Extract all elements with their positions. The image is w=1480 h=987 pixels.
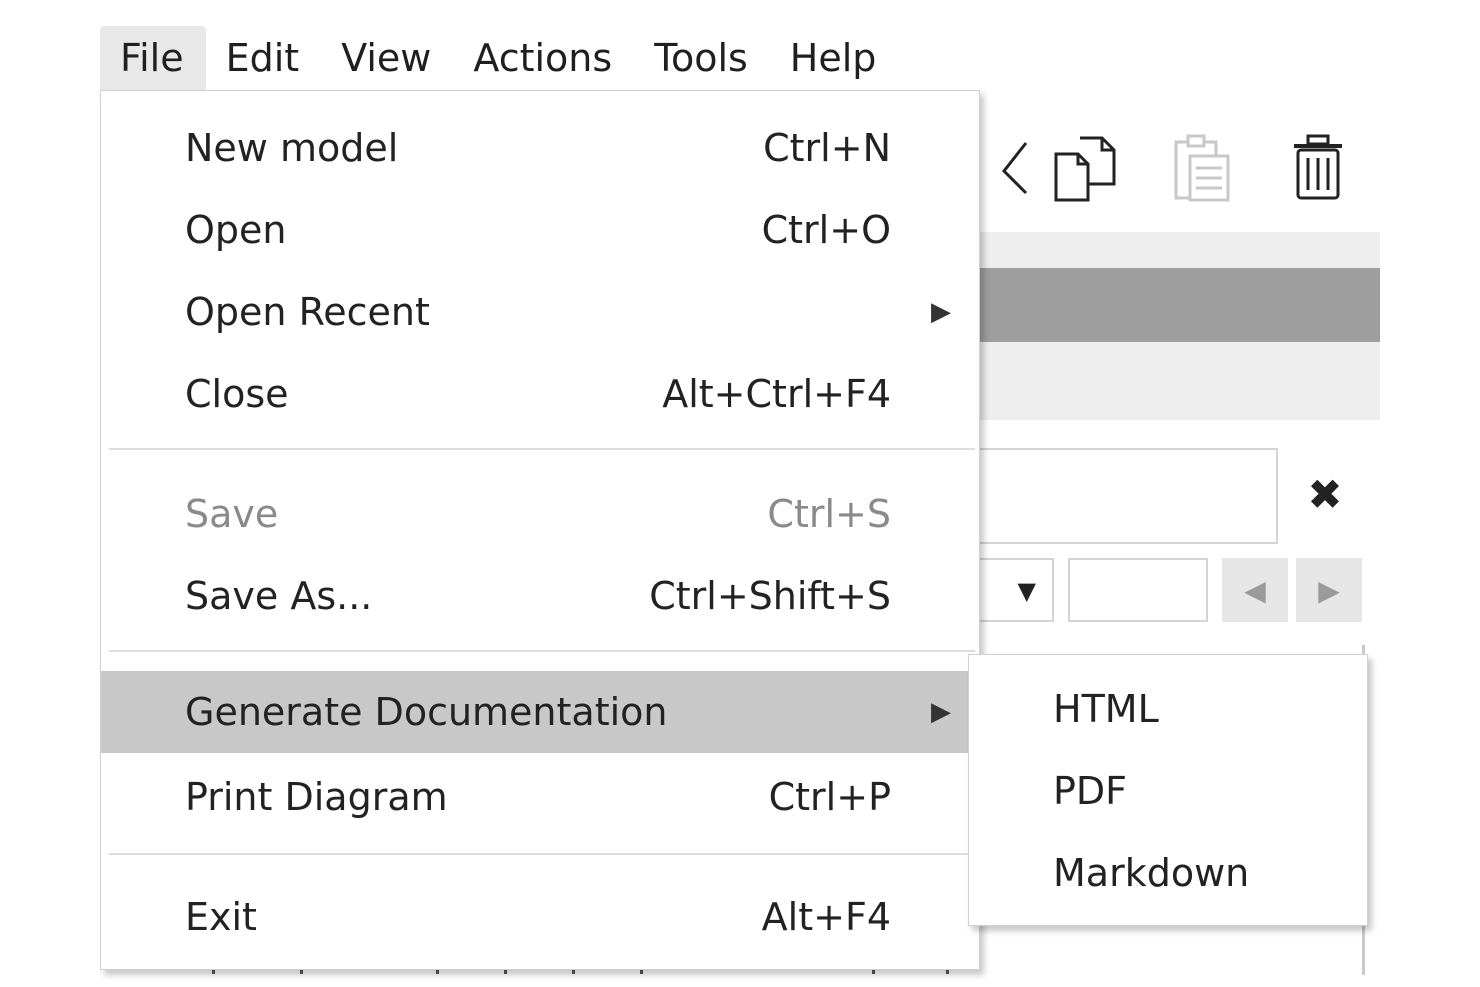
menu-separator: [109, 448, 975, 450]
submenu-item-label: HTML: [1053, 687, 1159, 731]
menu-item-shortcut: Ctrl+Shift+S: [649, 574, 891, 618]
menu-item-shortcut: Ctrl+N: [763, 126, 891, 170]
app-window: ✖ ▼ ◀ ▶ File Edit View Actions Tools Hel…: [0, 0, 1480, 987]
next-button[interactable]: ▶: [1296, 558, 1362, 622]
menu-item-label: Generate Documentation: [185, 690, 668, 734]
menu-item-print-diagram[interactable]: Print Diagram Ctrl+P: [101, 756, 979, 838]
menu-item-label: Exit: [185, 895, 257, 939]
menu-item-open[interactable]: Open Ctrl+O: [101, 189, 979, 271]
menu-item-label: Save As...: [185, 574, 373, 618]
find-row: ▼ ◀ ▶: [960, 558, 1380, 624]
menu-item-shortcut: Ctrl+P: [768, 775, 891, 819]
copy-icon[interactable]: [1050, 132, 1122, 204]
previous-button[interactable]: ◀: [1222, 558, 1288, 622]
submenu-item-markdown[interactable]: Markdown: [969, 832, 1367, 914]
menu-item-save: Save Ctrl+S: [101, 473, 979, 555]
menu-item-open-recent[interactable]: Open Recent ▶: [101, 271, 979, 353]
menu-item-shortcut: Alt+F4: [761, 895, 891, 939]
panel-titlebar: [980, 268, 1380, 342]
clear-search-icon[interactable]: ✖: [1300, 470, 1350, 520]
menu-help[interactable]: Help: [770, 26, 899, 90]
panel-subheader: [980, 342, 1380, 420]
menu-view[interactable]: View: [321, 26, 453, 90]
search-input[interactable]: [960, 448, 1278, 544]
menu-item-label: Save: [185, 492, 279, 536]
menu-item-label: Open: [185, 208, 287, 252]
menu-actions[interactable]: Actions: [453, 26, 634, 90]
menu-tools[interactable]: Tools: [634, 26, 770, 90]
generate-documentation-submenu: HTML PDF Markdown: [968, 654, 1368, 926]
menu-item-label: Print Diagram: [185, 775, 448, 819]
menu-item-label: Close: [185, 372, 289, 416]
paste-icon[interactable]: [1166, 132, 1238, 204]
menu-item-generate-documentation[interactable]: Generate Documentation ▶: [101, 671, 979, 753]
chevron-down-icon: ▼: [1017, 577, 1036, 605]
menu-bar: File Edit View Actions Tools Help: [100, 26, 898, 90]
submenu-item-label: PDF: [1053, 769, 1128, 813]
menu-item-label: Open Recent: [185, 290, 430, 334]
submenu-item-label: Markdown: [1053, 851, 1250, 895]
submenu-item-html[interactable]: HTML: [969, 668, 1367, 750]
menu-item-shortcut: Alt+Ctrl+F4: [662, 372, 891, 416]
menu-item-close[interactable]: Close Alt+Ctrl+F4: [101, 353, 979, 435]
file-menu: New model Ctrl+N Open Ctrl+O Open Recent…: [100, 90, 980, 970]
menu-file[interactable]: File: [100, 26, 206, 90]
menu-separator: [109, 650, 975, 652]
menu-item-new-model[interactable]: New model Ctrl+N: [101, 107, 979, 189]
submenu-item-pdf[interactable]: PDF: [969, 750, 1367, 832]
menu-item-shortcut: Ctrl+O: [761, 208, 891, 252]
submenu-arrow-icon: ▶: [931, 697, 951, 727]
menu-item-shortcut: Ctrl+S: [767, 492, 891, 536]
arrow-right-icon: ▶: [1318, 573, 1340, 607]
trash-icon[interactable]: [1282, 132, 1354, 204]
menu-edit[interactable]: Edit: [206, 26, 322, 90]
find-input[interactable]: [1068, 558, 1208, 622]
cut-icon[interactable]: [980, 132, 1052, 204]
submenu-arrow-icon: ▶: [931, 297, 951, 327]
menu-item-save-as[interactable]: Save As... Ctrl+Shift+S: [101, 555, 979, 637]
toolbar: [980, 90, 1380, 232]
menu-separator: [109, 853, 975, 855]
arrow-left-icon: ◀: [1244, 573, 1266, 607]
menu-item-exit[interactable]: Exit Alt+F4: [101, 876, 979, 958]
panel-header: [980, 232, 1380, 268]
menu-item-label: New model: [185, 126, 399, 170]
